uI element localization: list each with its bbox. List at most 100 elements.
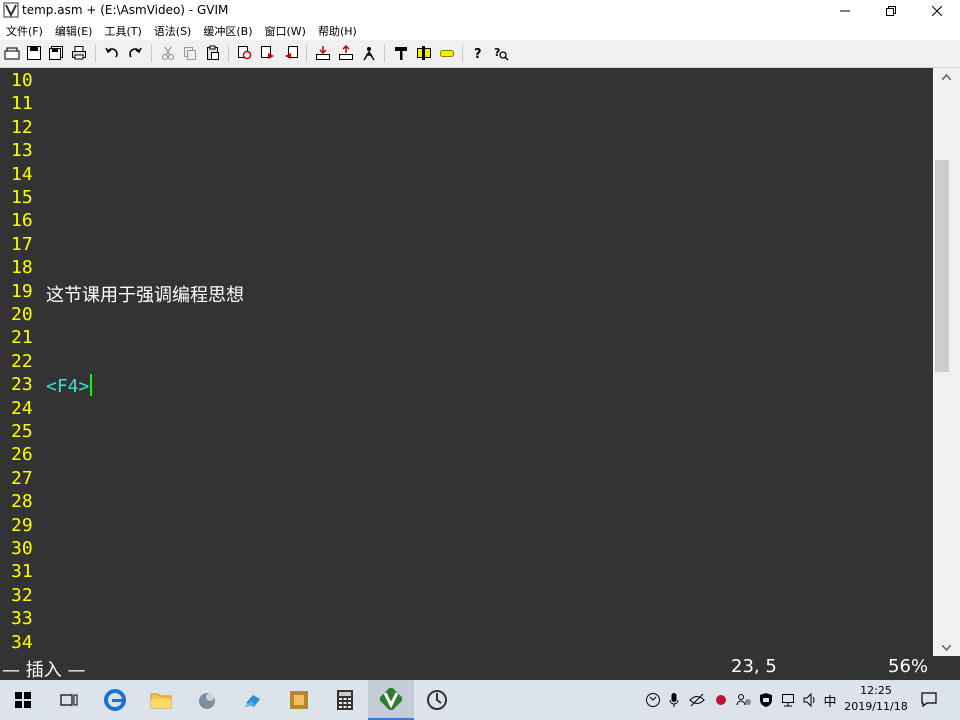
menu-file[interactable]: 文件(F) [0,21,49,40]
taskbar-app-4[interactable] [414,680,460,720]
restore-icon [886,5,896,16]
tray-microphone[interactable] [667,690,681,710]
editor-line[interactable]: 26 [0,443,933,466]
cut-button[interactable] [159,44,177,62]
vertical-scrollbar[interactable] [933,68,960,656]
tag-jump-button[interactable] [438,44,456,62]
taskbar-app-3[interactable] [276,680,322,720]
calculator-button[interactable] [322,680,368,720]
editor-line[interactable]: 23 <F4> [0,373,933,397]
minimize-button[interactable] [822,0,868,21]
editor-line[interactable]: 16 [0,209,933,232]
editor-line[interactable]: 34 [0,631,933,654]
editor-line[interactable]: 28 [0,490,933,513]
people-icon [736,694,751,706]
editor-line[interactable]: 31 [0,560,933,583]
editor-area[interactable]: 10 11 12 13 14 15 16 17 18 19 这节课用于强调编程思想 20 21 22 23 <… [0,68,933,656]
editor-line[interactable]: 32 [0,584,933,607]
editor-line[interactable]: 33 [0,607,933,630]
tray-hidden[interactable] [688,690,706,710]
taskbar-clock[interactable]: 12:25 2019/11/18 [836,683,916,715]
editor-line[interactable]: 17 [0,233,933,256]
run-script-button[interactable] [360,44,378,62]
tray-app[interactable] [713,690,729,710]
print-button[interactable] [70,44,88,62]
toolbar: ? ? [0,40,960,68]
tray-sync[interactable] [645,690,661,710]
line-number: 25 [11,421,33,442]
line-number: 21 [11,327,33,348]
help-button[interactable]: ? [469,44,487,62]
tray-network[interactable] [779,690,797,710]
editor-line[interactable]: 18 [0,256,933,279]
editor-line[interactable]: 20 [0,303,933,326]
start-button[interactable] [0,680,46,720]
load-session-button[interactable] [314,44,332,62]
minimize-icon [840,10,850,11]
scroll-percent: 56% [888,656,929,677]
menu-tools[interactable]: 工具(T) [98,21,147,40]
editor-line[interactable]: 25 [0,420,933,443]
taskbar: 中 12:25 2019/11/18 [0,680,960,720]
editor-line[interactable]: 24 [0,397,933,420]
gvim-app-icon[interactable] [3,2,19,18]
editor-line[interactable]: 15 [0,186,933,209]
sync-icon [646,693,660,707]
editor-line[interactable]: 14 [0,163,933,186]
find-help-button[interactable]: ? [492,44,510,62]
menu-help[interactable]: 帮助(H) [312,21,363,40]
editor-line[interactable]: 13 [0,139,933,162]
make-button[interactable] [392,44,410,62]
text-cursor [90,374,93,396]
save-all-button[interactable] [47,44,65,62]
editor-line[interactable]: 29 [0,514,933,537]
undo-button[interactable] [103,44,121,62]
find-next-button[interactable] [259,44,277,62]
task-view-button[interactable] [46,680,92,720]
menu-window[interactable]: 窗口(W) [259,21,312,40]
editor-line[interactable]: 30 [0,537,933,560]
open-button[interactable] [3,44,21,62]
run-ctags-button[interactable] [415,44,433,62]
menu-syntax[interactable]: 语法(S) [148,21,198,40]
run-script-icon [363,47,375,61]
editor-line[interactable]: 19 这节课用于强调编程思想 [0,280,933,306]
taskbar-app-2[interactable] [230,680,276,720]
editor-line[interactable]: 12 [0,116,933,139]
editor-line[interactable]: 10 [0,69,933,92]
taskbar-app-1[interactable] [184,680,230,720]
paste-button[interactable] [204,44,222,62]
scroll-up-button[interactable] [938,68,955,85]
eye-icon [689,693,705,707]
scroll-thumb[interactable] [935,160,949,372]
mode-indicator: — 插入 — [2,660,86,681]
tray-people[interactable] [735,690,753,710]
file-explorer-button[interactable] [138,680,184,720]
line-number: 32 [11,585,33,606]
clock-date: 2019/11/18 [844,700,908,713]
editor-line[interactable]: 11 [0,92,933,115]
make-icon [395,47,407,60]
editor-line[interactable]: 21 [0,326,933,349]
edge-button[interactable] [92,680,138,720]
editor-line[interactable]: 22 [0,350,933,373]
scroll-down-button[interactable] [938,639,955,656]
find-prev-button[interactable] [282,44,300,62]
menu-buffers[interactable]: 缓冲区(B) [197,21,258,40]
maximize-button[interactable] [868,0,914,21]
save-session-button[interactable] [337,44,355,62]
find-replace-button[interactable] [236,44,254,62]
app-icon-1 [199,693,215,709]
gvim-taskbar-button[interactable] [368,680,414,720]
save-button[interactable] [25,44,43,62]
action-center-button[interactable] [920,690,940,710]
redo-button[interactable] [126,44,144,62]
copy-button[interactable] [181,44,199,62]
help-icon: ? [474,47,482,61]
tray-volume[interactable] [801,690,819,710]
menu-edit[interactable]: 编辑(E) [49,21,99,40]
close-button[interactable] [914,0,960,21]
editor-line[interactable]: 27 [0,467,933,490]
line-number: 22 [11,351,33,372]
tray-security[interactable] [758,690,774,710]
